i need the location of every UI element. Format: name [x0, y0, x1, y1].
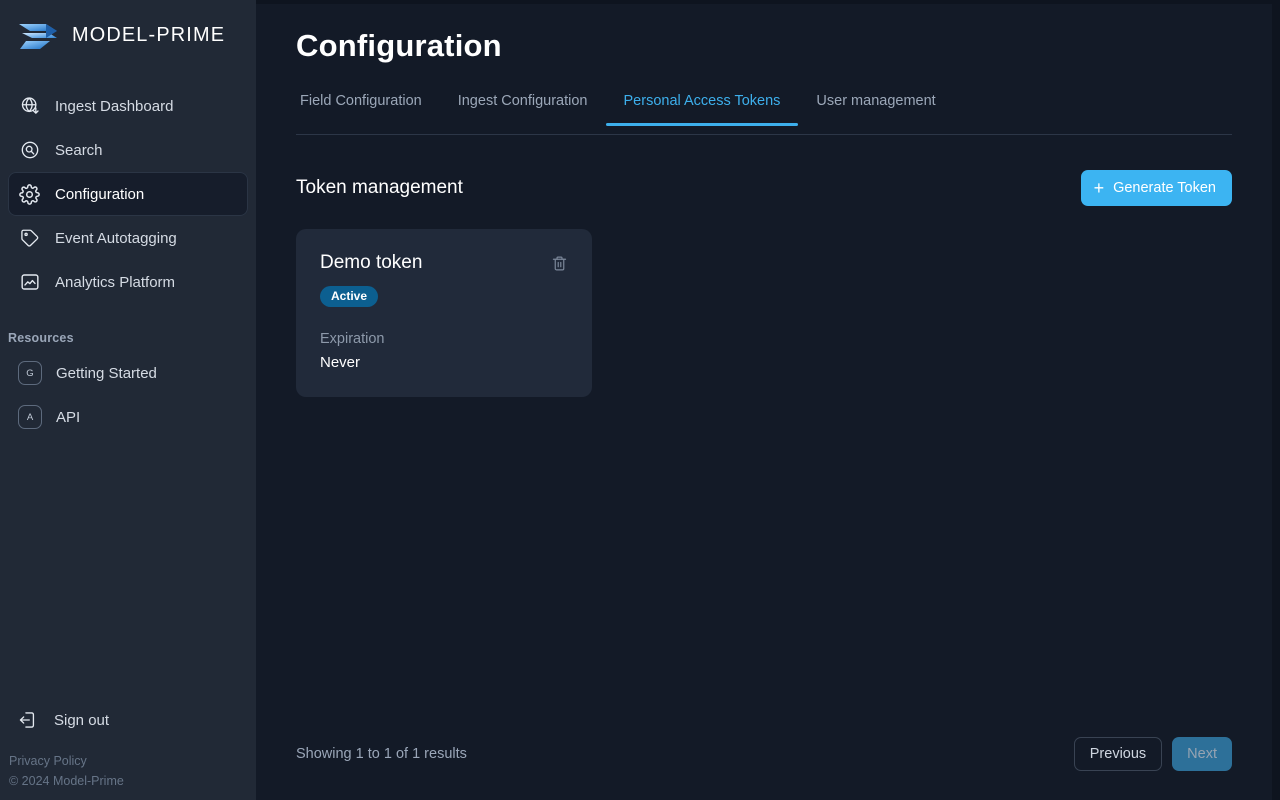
- token-card-list: Demo token Active Expiration Never: [296, 229, 1232, 397]
- sidebar-item-label: Event Autotagging: [55, 229, 177, 247]
- sidebar-item-analytics-platform[interactable]: Analytics Platform: [8, 260, 248, 304]
- pagination-controls: Previous Next: [1073, 737, 1232, 771]
- vertical-scrollbar[interactable]: [1272, 0, 1280, 800]
- status-badge: Active: [320, 285, 379, 307]
- expiration-value: Never: [320, 353, 361, 371]
- sidebar-legal: Privacy Policy © 2024 Model-Prime: [0, 748, 256, 800]
- sign-out-icon: [17, 710, 38, 731]
- tab-user-management[interactable]: User management: [798, 91, 953, 125]
- getting-started-badge-icon: G: [18, 361, 42, 385]
- sidebar-nav: Ingest Dashboard Search Configuration Ev…: [0, 84, 256, 304]
- generate-token-button[interactable]: + Generate Token: [1080, 170, 1232, 206]
- sidebar-item-configuration[interactable]: Configuration: [8, 172, 248, 216]
- sidebar-item-search[interactable]: Search: [8, 128, 248, 172]
- chart-image-icon: [19, 272, 40, 293]
- pagination-footer: Showing 1 to 1 of 1 results Previous Nex…: [296, 737, 1232, 771]
- plus-icon: +: [1093, 177, 1105, 198]
- tab-bar: Field Configuration Ingest Configuration…: [296, 91, 1232, 135]
- sidebar-item-label: API: [56, 408, 81, 426]
- previous-page-button[interactable]: Previous: [1073, 737, 1163, 771]
- sidebar-item-label: Search: [55, 141, 103, 159]
- sidebar-item-label: Getting Started: [56, 364, 157, 382]
- tab-field-configuration[interactable]: Field Configuration: [296, 91, 440, 125]
- sign-out-button[interactable]: Sign out: [8, 698, 248, 742]
- sidebar: MODEL-PRIME Ingest Dashboard Search Conf…: [0, 0, 256, 800]
- app-root: MODEL-PRIME Ingest Dashboard Search Conf…: [0, 0, 1280, 800]
- delete-token-button[interactable]: [549, 253, 570, 274]
- main-outer: Configuration Field Configuration Ingest…: [256, 0, 1280, 800]
- generate-token-label: Generate Token: [1113, 180, 1216, 196]
- sidebar-item-getting-started[interactable]: G Getting Started: [8, 351, 248, 395]
- sidebar-item-api[interactable]: A API: [8, 395, 248, 439]
- tag-icon: [19, 228, 40, 249]
- brand-logo[interactable]: MODEL-PRIME: [0, 0, 256, 70]
- token-name: Demo token: [320, 252, 423, 273]
- token-card[interactable]: Demo token Active Expiration Never: [296, 229, 592, 397]
- sidebar-item-ingest-dashboard[interactable]: Ingest Dashboard: [8, 84, 248, 128]
- search-circle-icon: [19, 140, 40, 161]
- token-management-heading: Token management: [296, 177, 463, 198]
- next-page-button[interactable]: Next: [1172, 737, 1232, 771]
- sidebar-item-label: Analytics Platform: [55, 273, 176, 291]
- sidebar-section-resources: Resources: [8, 331, 74, 345]
- privacy-policy-link[interactable]: Privacy Policy: [9, 754, 256, 769]
- copyright-text: © 2024 Model-Prime: [9, 774, 124, 788]
- trash-icon: [551, 256, 568, 275]
- model-prime-logo-icon: [16, 15, 62, 55]
- tab-ingest-configuration[interactable]: Ingest Configuration: [440, 91, 606, 125]
- tab-personal-access-tokens[interactable]: Personal Access Tokens: [605, 91, 799, 126]
- sidebar-item-event-autotagging[interactable]: Event Autotagging: [8, 216, 248, 260]
- results-count: Showing 1 to 1 of 1 results: [296, 746, 467, 762]
- section-header-row: Token management + Generate Token: [296, 169, 1232, 207]
- expiration-label: Expiration: [320, 330, 385, 347]
- main-content: Configuration Field Configuration Ingest…: [256, 4, 1272, 800]
- sidebar-item-label: Ingest Dashboard: [55, 97, 174, 115]
- sidebar-item-label: Configuration: [55, 185, 145, 203]
- page-title: Configuration: [296, 28, 502, 63]
- gear-icon: [19, 183, 40, 205]
- globe-download-icon: [19, 96, 40, 117]
- api-badge-icon: A: [18, 405, 42, 429]
- sign-out-label: Sign out: [54, 711, 110, 729]
- brand-name: MODEL-PRIME: [72, 23, 226, 46]
